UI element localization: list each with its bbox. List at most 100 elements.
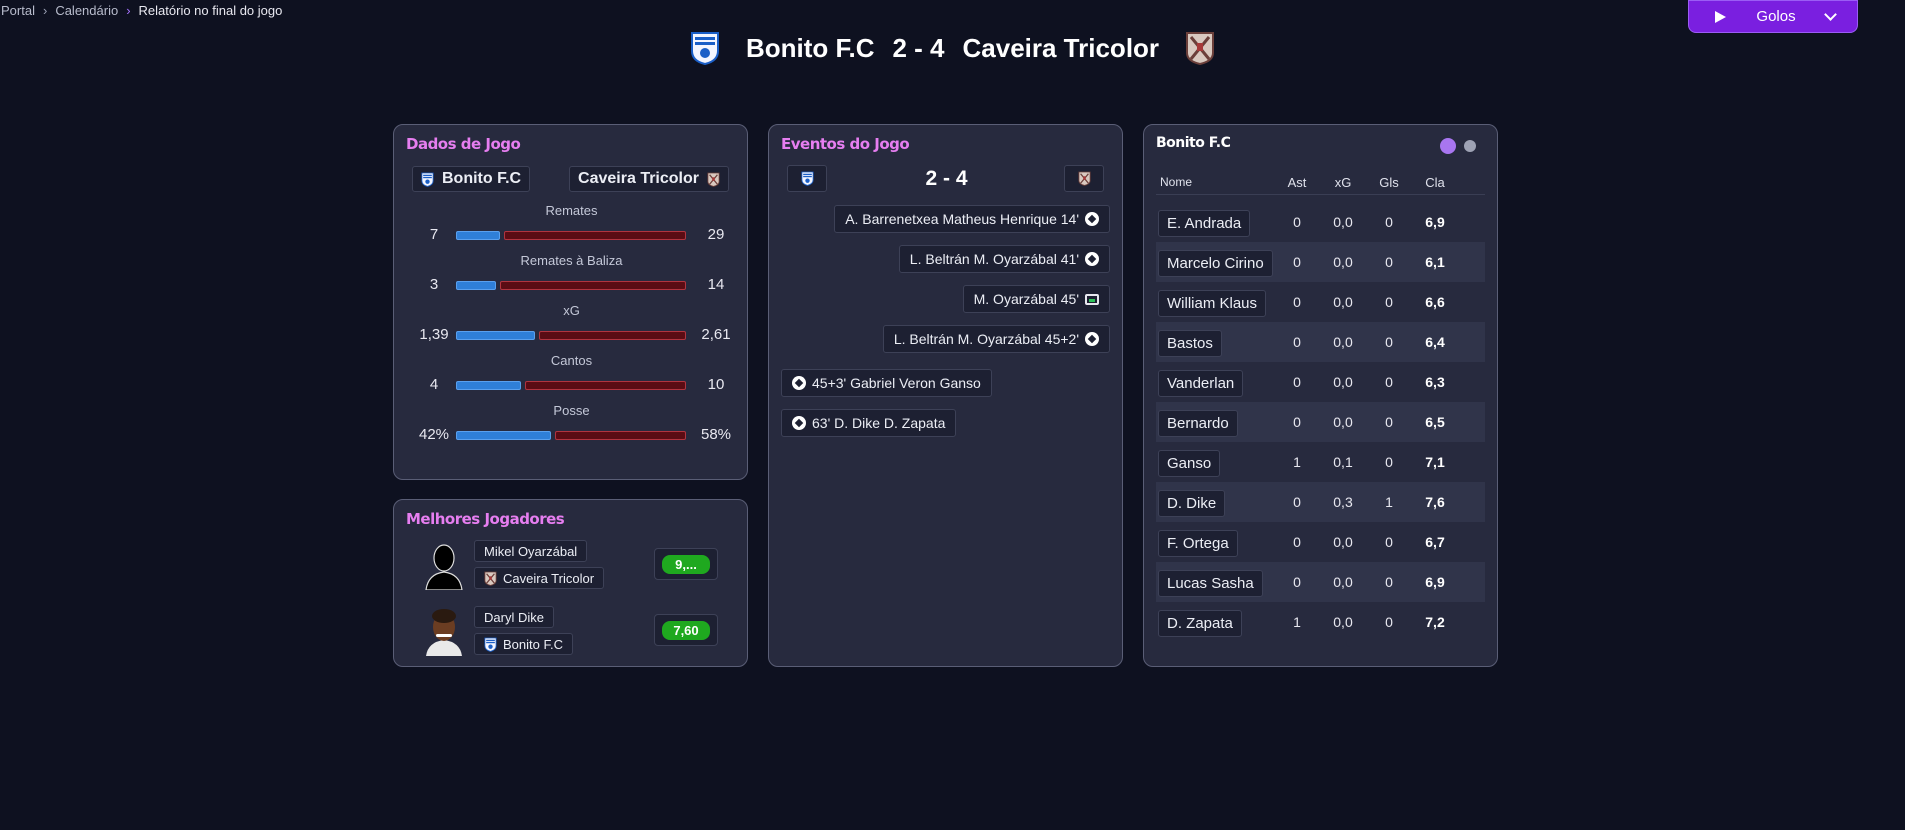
best-player-club-text: Bonito F.C	[503, 636, 563, 652]
cell-gls: 0	[1385, 534, 1393, 550]
player-name-chip[interactable]: E. Andrada	[1158, 210, 1251, 237]
cell-xg: 0,0	[1333, 334, 1353, 350]
table-row[interactable]: Lucas Sasha 0 0,0 0 6,9	[1156, 562, 1485, 602]
home-team-chip[interactable]: Bonito F.C	[412, 166, 531, 192]
lineup-title: Bonito F.C	[1156, 135, 1231, 151]
chevron-right-icon: ›	[42, 3, 48, 18]
best-player-club[interactable]: Bonito F.C	[474, 633, 573, 655]
player-name-chip[interactable]: Bastos	[1158, 330, 1222, 357]
away-stat-value: 14	[707, 276, 725, 293]
away-crest-icon	[1078, 171, 1091, 186]
away-crest-icon	[1185, 31, 1215, 65]
ball-icon	[792, 376, 806, 390]
cell-ast: 0	[1293, 534, 1301, 550]
breadcrumb-calendar[interactable]: Calendário	[55, 3, 118, 18]
home-stat-value: 3	[429, 276, 439, 293]
table-row[interactable]: William Klaus 0 0,0 0 6,6	[1156, 282, 1485, 322]
table-row[interactable]: F. Ortega 0 0,0 0 6,7	[1156, 522, 1485, 562]
player-name-chip[interactable]: Marcelo Cirino	[1158, 250, 1273, 277]
col-gls[interactable]: Gls	[1374, 175, 1404, 190]
table-row[interactable]: Vanderlan 0 0,0 0 6,3	[1156, 362, 1485, 402]
home-stat-bar	[456, 231, 500, 240]
away-crest-icon	[484, 571, 497, 586]
rating-badge: 9,...	[662, 554, 710, 574]
cell-xg: 0,0	[1333, 414, 1353, 430]
table-row[interactable]: Marcelo Cirino 0 0,0 0 6,1	[1156, 242, 1485, 282]
cell-cla: 6,1	[1425, 254, 1445, 270]
cell-cla: 7,6	[1425, 494, 1445, 510]
away-stat-value: 2,61	[701, 326, 731, 343]
table-row[interactable]: Bastos 0 0,0 0 6,4	[1156, 322, 1485, 362]
home-team-name: Bonito F.C	[745, 32, 875, 63]
col-name[interactable]: Nome	[1160, 175, 1192, 189]
cell-ast: 1	[1293, 614, 1301, 630]
goal-event[interactable]: L. Beltrán M. Oyarzábal 45+2'	[882, 325, 1110, 353]
game-data-title: Dados de Jogo	[406, 135, 521, 153]
game-data-panel: Dados de Jogo Bonito F.C Caveira Tricolo…	[393, 124, 748, 480]
away-team-chip[interactable]: Caveira Tricolor	[569, 166, 729, 192]
player-name-chip[interactable]: F. Ortega	[1158, 530, 1238, 557]
play-goals-button[interactable]: Golos	[1688, 0, 1858, 33]
best-player-club[interactable]: Caveira Tricolor	[474, 567, 605, 589]
player-rating: 9,...	[654, 548, 718, 580]
player-name-chip[interactable]: Bernardo	[1158, 410, 1238, 437]
player-name-chip[interactable]: D. Dike	[1158, 490, 1226, 517]
away-stat-bar	[500, 281, 686, 290]
cell-xg: 0,0	[1333, 534, 1353, 550]
table-row[interactable]: D. Zapata 1 0,0 0 7,2	[1156, 602, 1485, 642]
away-toggle-dot[interactable]	[1464, 140, 1476, 152]
away-stat-bar	[504, 231, 686, 240]
cell-xg: 0,3	[1333, 494, 1353, 510]
best-player-club-text: Caveira Tricolor	[503, 570, 595, 586]
best-players-panel: Melhores Jogadores Mikel Oyarzábal Cavei…	[393, 499, 748, 667]
col-ast[interactable]: Ast	[1282, 175, 1312, 190]
col-xg[interactable]: xG	[1328, 175, 1358, 190]
stat-row: 42% 58%	[394, 425, 749, 445]
table-row[interactable]: Bernardo 0 0,0 0 6,5	[1156, 402, 1485, 442]
table-row[interactable]: Ganso 1 0,1 0 7,1	[1156, 442, 1485, 482]
cell-xg: 0,0	[1333, 574, 1353, 590]
away-stat-value: 10	[707, 376, 725, 393]
cell-gls: 0	[1385, 614, 1393, 630]
match-events-panel: Eventos do Jogo 2 - 4 A. Barrenetxea Mat…	[768, 124, 1123, 667]
player-name-chip[interactable]: Lucas Sasha	[1158, 570, 1263, 597]
player-name-chip[interactable]: D. Zapata	[1158, 610, 1242, 637]
ball-icon	[1085, 332, 1099, 346]
player-name-chip[interactable]: William Klaus	[1158, 290, 1267, 317]
home-stat-value: 1,39	[419, 326, 449, 343]
event-text: A. Barrenetxea Matheus Henrique 14'	[845, 211, 1079, 227]
player-name-chip[interactable]: Ganso	[1158, 450, 1221, 477]
table-row[interactable]: E. Andrada 0 0,0 0 6,9	[1156, 202, 1485, 242]
stat-row: 3 14	[394, 275, 749, 295]
home-stat-bar	[456, 431, 551, 440]
home-toggle-dot[interactable]	[1440, 138, 1456, 154]
goal-event[interactable]: L. Beltrán M. Oyarzábal 41'	[898, 245, 1110, 273]
away-team-chip[interactable]	[1064, 165, 1104, 192]
cell-xg: 0,0	[1333, 614, 1353, 630]
goal-event[interactable]: 45+3' Gabriel Veron Ganso	[781, 369, 992, 397]
chevron-down-icon[interactable]	[1824, 7, 1837, 21]
event-text: M. Oyarzábal 45'	[973, 291, 1079, 307]
cell-xg: 0,0	[1333, 254, 1353, 270]
match-events-title: Eventos do Jogo	[781, 135, 910, 153]
best-player-name[interactable]: Daryl Dike	[474, 606, 554, 628]
home-stat-bar	[456, 281, 496, 290]
col-cla[interactable]: Cla	[1420, 175, 1450, 190]
cell-cla: 6,9	[1425, 574, 1445, 590]
stat-label: Posse	[553, 403, 590, 418]
cell-ast: 0	[1293, 574, 1301, 590]
goal-event[interactable]: 63' D. Dike D. Zapata	[781, 409, 957, 437]
table-row[interactable]: D. Dike 0 0,3 1 7,6	[1156, 482, 1485, 522]
event-text: 45+3' Gabriel Veron Ganso	[812, 375, 981, 391]
match-score: 2 - 4	[892, 32, 945, 63]
var-event[interactable]: M. Oyarzábal 45'	[962, 285, 1110, 313]
home-stat-value: 42%	[418, 426, 450, 443]
goal-event[interactable]: A. Barrenetxea Matheus Henrique 14'	[834, 205, 1110, 233]
away-crest-icon	[707, 172, 720, 187]
player-name-chip[interactable]: Vanderlan	[1158, 370, 1244, 397]
best-player-name[interactable]: Mikel Oyarzábal	[474, 540, 588, 562]
cell-xg: 0,0	[1333, 374, 1353, 390]
stat-label: Cantos	[550, 353, 593, 368]
cell-ast: 0	[1293, 294, 1301, 310]
breadcrumb-portal[interactable]: Portal	[1, 3, 35, 18]
